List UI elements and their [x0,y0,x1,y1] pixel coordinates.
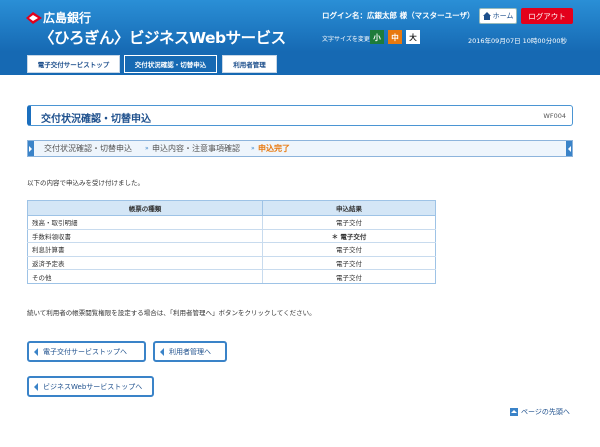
table-header-row: 帳票の種類 申込結果 [27,200,436,216]
bank-name: 広島銀行 [43,11,92,25]
home-icon [482,12,491,20]
user-management-note: 続いて利用者の帳票閲覧権限を設定する場合は、「利用者管理へ」ボタンをクリックして… [27,309,316,317]
arrow-up-icon [510,408,518,416]
home-button[interactable]: ホーム [479,8,517,24]
document-type-cell: 利息計算書 [27,242,263,257]
page-title-box: 交付状況確認・切替申込 WF004 [27,105,573,126]
tab-delivery-status[interactable]: 交付状況確認・切替申込 [124,55,217,73]
current-datetime: 2016年09月07日 10時00分00秒 [468,37,567,45]
home-label: ホーム [492,12,514,20]
back-to-e-delivery-top-button[interactable]: 電子交付サービストップへ [27,341,146,362]
tab-user-management[interactable]: 利用者管理 [222,55,277,73]
document-type-cell: その他 [27,269,263,284]
table-row: 手数料領収書 ＊ 電子交付 [27,229,436,244]
font-size-small-button[interactable]: 小 [370,30,384,44]
step-1: 交付状況確認・切替申込 [44,144,132,153]
login-name: ログイン名：広銀太郎 様（マスターユーザ） [322,11,475,20]
logout-button[interactable]: ログアウト [521,8,573,24]
page-title: 交付状況確認・切替申込 [41,114,151,125]
step-indicator: 交付状況確認・切替申込 » 申込内容・注意事項確認 » 申込完了 [27,140,573,157]
font-size-large-button[interactable]: 大 [406,30,420,44]
step-3-current: 申込完了 [258,144,290,153]
step-separator-icon: » [251,145,255,152]
page-top-label: ページの先頭へ [521,408,570,416]
table-row: 返済予定表 電子交付 [27,256,436,271]
bank-logo-icon [26,12,42,24]
header-result: 申込結果 [262,200,436,216]
document-type-cell: 返済予定表 [27,256,263,271]
font-size-medium-button[interactable]: 中 [388,30,402,44]
result-cell: 電子交付 [262,269,436,284]
document-type-cell: 手数料領収書 [27,229,263,244]
result-table: 帳票の種類 申込結果 残高・取引明細 電子交付 手数料領収書 ＊ 電子交付 利息… [27,200,436,284]
table-row: その他 電子交付 [27,269,436,284]
document-type-cell: 残高・取引明細 [27,215,263,230]
step-2: 申込内容・注意事項確認 [152,144,240,153]
result-cell: 電子交付 [262,256,436,271]
page-top-link[interactable]: ページの先頭へ [510,407,570,417]
result-cell: ＊ 電子交付 [262,229,436,244]
header-document-type: 帳票の種類 [27,200,263,216]
completion-message: 以下の内容で申込みを受け付けました。 [27,179,144,187]
service-name: 〈ひろぎん〉ビジネスWebサービス [39,29,286,47]
tab-e-delivery-top[interactable]: 電子交付サービストップ [27,55,120,73]
table-row: 残高・取引明細 電子交付 [27,215,436,230]
font-size-label: 文字サイズを変更 [322,36,370,43]
page-id: WF004 [543,112,566,120]
result-cell: 電子交付 [262,215,436,230]
step-right-arrow-icon [566,141,572,156]
result-cell: 電子交付 [262,242,436,257]
step-separator-icon: » [145,145,149,152]
to-business-web-top-button[interactable]: ビジネスWebサービストップへ [27,376,154,397]
to-user-management-button[interactable]: 利用者管理へ [153,341,227,362]
logo[interactable]: 広島銀行 〈ひろぎん〉ビジネスWebサービス [24,6,286,48]
header: 広島銀行 〈ひろぎん〉ビジネスWebサービス ログイン名：広銀太郎 様（マスター… [0,0,600,52]
table-row: 利息計算書 電子交付 [27,242,436,257]
step-left-arrow-icon [28,141,34,156]
